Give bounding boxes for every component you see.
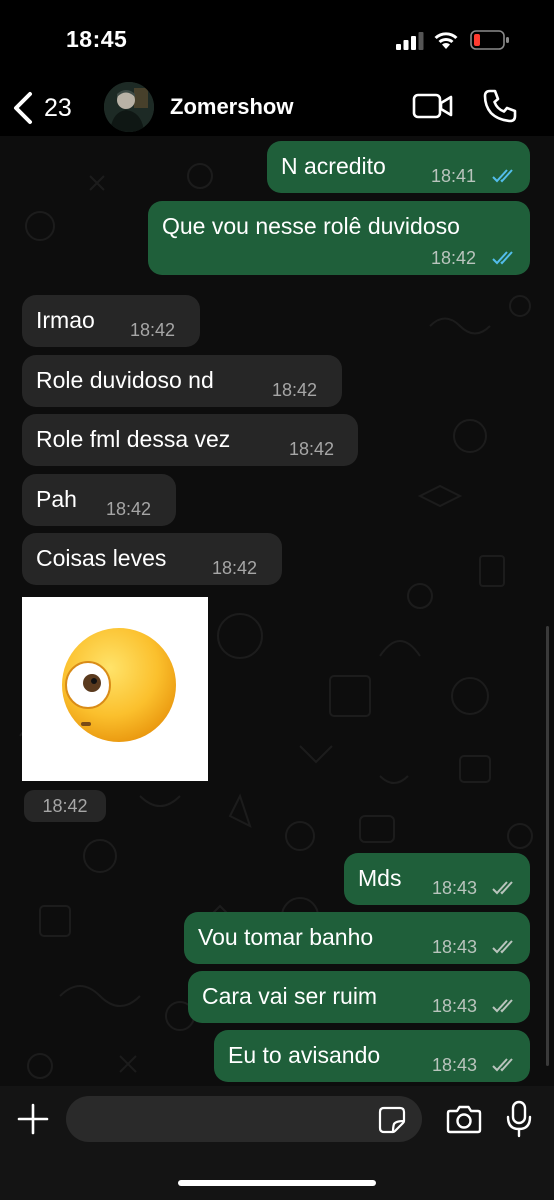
message-incoming[interactable]: Role fml dessa vez 18:42 [22, 414, 358, 466]
message-outgoing[interactable]: Que vou nesse rolê duvidoso 18:42 [148, 201, 530, 275]
message-time: 18:43 [432, 996, 478, 1016]
phone-icon[interactable] [482, 88, 518, 124]
status-bar: 18:45 [0, 0, 554, 80]
message-time: 18:42 [431, 248, 477, 268]
message-outgoing[interactable]: N acredito 18:41 [267, 141, 530, 193]
signal-icon [396, 32, 424, 50]
avatar-photo [104, 82, 154, 132]
sticker-icon[interactable] [378, 1106, 406, 1134]
message-incoming[interactable]: Pah 18:42 [22, 474, 176, 526]
chat-area[interactable]: N acredito 18:41 Que vou nesse rolê duvi… [0, 136, 554, 1086]
plus-icon[interactable] [16, 1102, 50, 1136]
delivered-ticks-icon [492, 881, 513, 895]
message-time: 18:42 [130, 320, 176, 340]
contact-avatar[interactable] [104, 82, 154, 132]
message-incoming[interactable]: Coisas leves 18:42 [22, 533, 282, 585]
message-incoming[interactable]: Irmao 18:42 [22, 295, 200, 347]
home-indicator[interactable] [178, 1180, 376, 1186]
message-time: 18:43 [432, 937, 478, 957]
message-time: 18:42 [272, 380, 318, 400]
battery-low-icon [470, 30, 509, 50]
message-time: 18:42 [106, 499, 152, 519]
message-text: Que vou nesse rolê duvidoso [162, 213, 460, 239]
delivered-ticks-icon [492, 999, 513, 1013]
message-time: 18:42 [212, 558, 258, 578]
message-text: Vou tomar banho [198, 924, 374, 950]
message-time: 18:43 [432, 1055, 478, 1075]
message-outgoing[interactable]: Eu to avisando 18:43 [214, 1030, 530, 1082]
message-time: 18:42 [289, 439, 335, 459]
message-text: Role fml dessa vez [36, 426, 231, 452]
back-chevron-icon [14, 92, 32, 124]
message-text: Role duvidoso nd [36, 367, 214, 393]
contact-name[interactable]: Zomershow [170, 94, 293, 120]
sticker-time: 18:42 [24, 790, 106, 822]
unread-count: 23 [44, 93, 72, 122]
message-time: 18:41 [431, 166, 477, 186]
back-button[interactable]: 23 [10, 88, 72, 128]
message-text: Mds [358, 865, 402, 891]
read-ticks-icon [492, 251, 513, 265]
message-text: Coisas leves [36, 545, 167, 571]
message-text: Cara vai ser ruim [202, 983, 378, 1009]
message-text: Pah [36, 486, 77, 512]
message-input[interactable] [66, 1096, 422, 1142]
message-text: Irmao [36, 307, 95, 333]
read-ticks-icon [492, 169, 513, 183]
message-outgoing[interactable]: Mds 18:43 [344, 853, 530, 905]
scrollbar[interactable] [546, 626, 549, 1066]
chat-header: 23 Zomershow [0, 80, 554, 136]
sticker-message[interactable] [22, 597, 208, 781]
message-text: N acredito [281, 153, 386, 179]
face-with-rolling-eye-sticker [62, 628, 176, 742]
mic-icon[interactable] [506, 1100, 532, 1138]
message-time: 18:43 [432, 878, 478, 898]
video-call-icon[interactable] [412, 90, 454, 122]
message-incoming[interactable]: Role duvidoso nd 18:42 [22, 355, 342, 407]
delivered-ticks-icon [492, 940, 513, 954]
status-time: 18:45 [66, 26, 128, 52]
message-outgoing[interactable]: Vou tomar banho 18:43 [184, 912, 530, 964]
message-composer [0, 1086, 554, 1200]
delivered-ticks-icon [492, 1058, 513, 1072]
wifi-icon [434, 32, 458, 49]
camera-icon[interactable] [446, 1104, 482, 1134]
message-text: Eu to avisando [228, 1042, 381, 1068]
message-outgoing[interactable]: Cara vai ser ruim 18:43 [188, 971, 530, 1023]
